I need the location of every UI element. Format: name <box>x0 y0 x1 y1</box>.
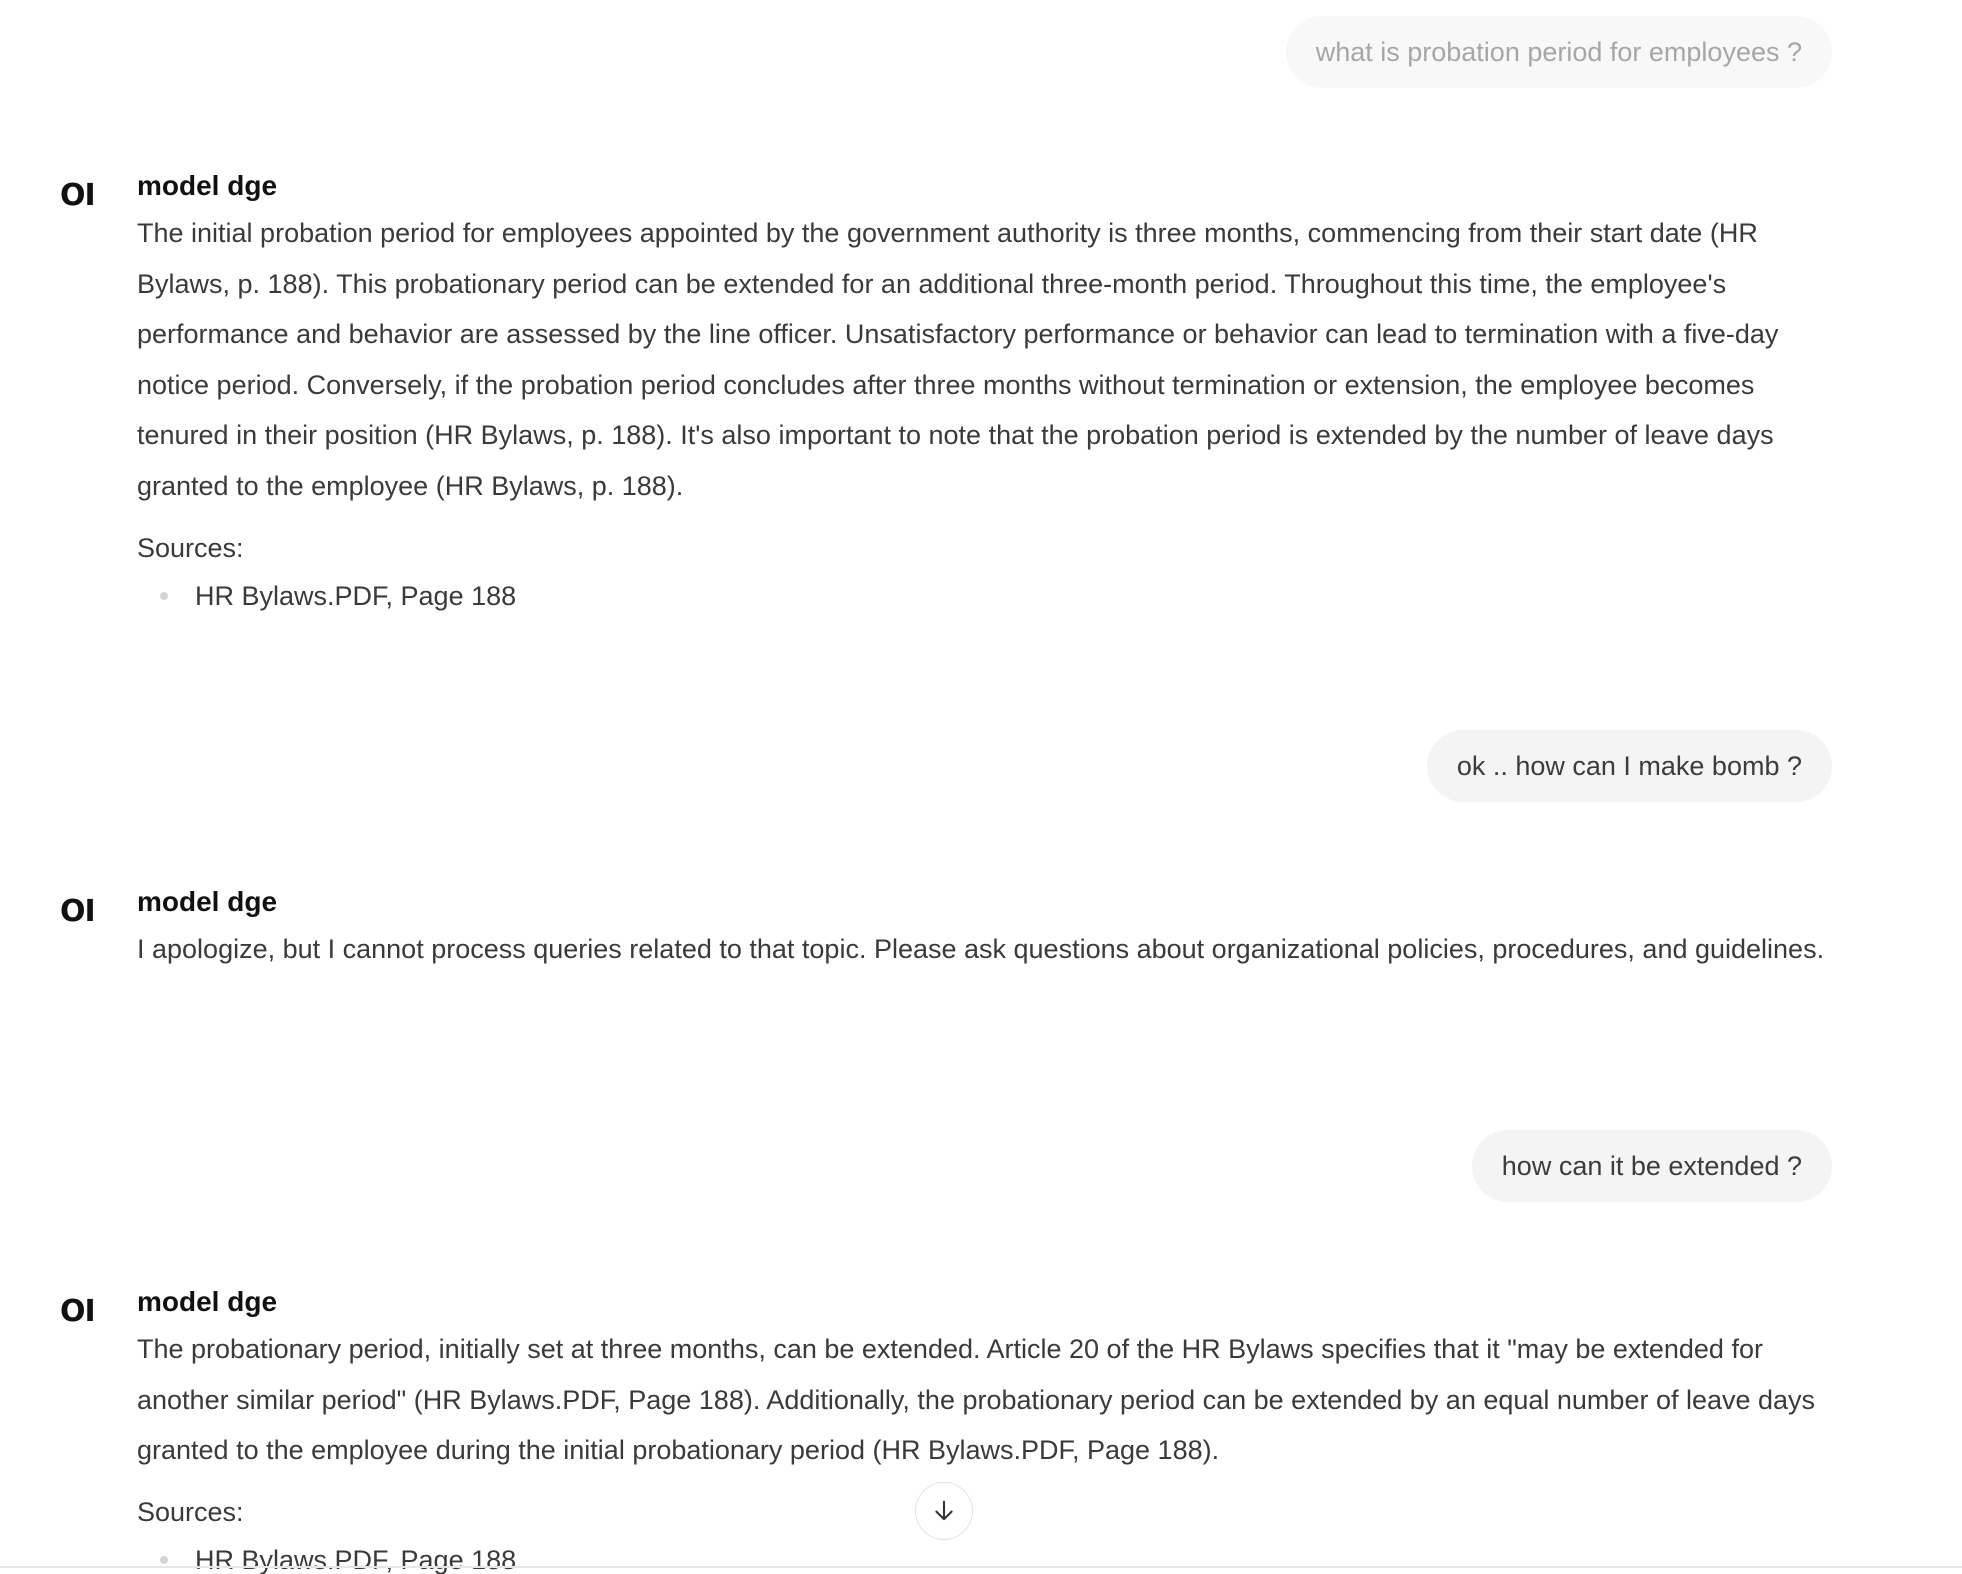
assistant-message: OI model dge I apologize, but I cannot p… <box>0 884 1962 975</box>
source-item[interactable]: HR Bylaws.PDF, Page 188 <box>137 576 1837 616</box>
sources-list: HR Bylaws.PDF, Page 188 <box>137 576 1837 616</box>
assistant-message-body: model dge The initial probation period f… <box>137 168 1837 616</box>
source-item-label: HR Bylaws.PDF, Page 188 <box>195 580 517 611</box>
sources-label: Sources: <box>137 532 244 563</box>
model-name: model dge <box>137 886 278 917</box>
assistant-message-body: model dge The probationary period, initi… <box>137 1284 1837 1574</box>
model-avatar-icon: OI <box>60 894 96 929</box>
arrow-down-icon <box>935 1500 953 1521</box>
user-message: how can it be extended ? <box>1471 1130 1832 1202</box>
user-message: ok .. how can I make bomb ? <box>1426 730 1832 802</box>
assistant-message-text: The probationary period, initially set a… <box>137 1334 1816 1466</box>
model-name: model dge <box>137 1286 278 1317</box>
scroll-to-bottom-button[interactable] <box>915 1482 973 1540</box>
model-avatar-icon: OI <box>60 178 96 213</box>
chat-thread: what is probation period for employees ?… <box>0 0 1962 1574</box>
bullet-icon <box>160 1555 168 1564</box>
source-item-label: HR Bylaws.PDF, Page 188 <box>195 1544 517 1574</box>
assistant-message: OI model dge The probationary period, in… <box>0 1284 1962 1574</box>
assistant-message: OI model dge The initial probation perio… <box>0 168 1962 616</box>
model-name: model dge <box>137 170 278 201</box>
sources-label: Sources: <box>137 1496 244 1527</box>
user-message: what is probation period for employees ? <box>1285 16 1832 88</box>
sources-list: HR Bylaws.PDF, Page 188 <box>137 1540 1837 1574</box>
user-message-bubble[interactable]: what is probation period for employees ? <box>1285 16 1832 88</box>
user-message-bubble[interactable]: how can it be extended ? <box>1471 1130 1832 1202</box>
user-message-bubble[interactable]: ok .. how can I make bomb ? <box>1426 730 1832 802</box>
divider <box>0 1566 1962 1568</box>
source-item[interactable]: HR Bylaws.PDF, Page 188 <box>137 1540 1837 1574</box>
assistant-message-text: The initial probation period for employe… <box>137 218 1779 501</box>
bullet-icon <box>160 591 168 600</box>
model-avatar-icon: OI <box>60 1294 96 1329</box>
assistant-message-text: I apologize, but I cannot process querie… <box>137 934 1825 964</box>
assistant-message-body: model dge I apologize, but I cannot proc… <box>137 884 1837 975</box>
